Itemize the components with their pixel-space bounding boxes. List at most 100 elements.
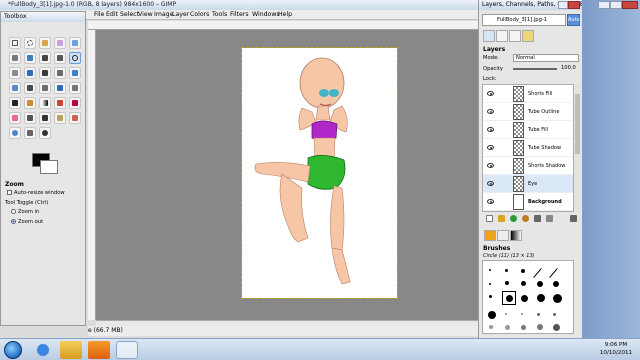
text-tool[interactable] [9, 97, 21, 109]
gradient-tab-icon[interactable] [510, 230, 522, 241]
brush-item[interactable] [521, 295, 528, 302]
background-color-swatch[interactable] [40, 160, 58, 174]
auto-resize-checkbox[interactable] [7, 190, 12, 195]
brush-item[interactable] [521, 281, 526, 286]
media-player-icon[interactable] [88, 341, 110, 359]
minimize-button[interactable] [598, 1, 610, 9]
align-tool[interactable] [39, 67, 51, 79]
layer-row[interactable]: Eye [483, 175, 573, 193]
brush-item[interactable] [488, 311, 496, 319]
crop-tool[interactable] [54, 67, 66, 79]
layer-row[interactable]: Shorts Fill [483, 85, 573, 103]
airbrush-tool[interactable] [24, 112, 36, 124]
paintbrush-tool[interactable] [69, 97, 81, 109]
menu-layer[interactable]: Layer [172, 11, 189, 19]
pencil-tool[interactable] [54, 97, 66, 109]
rotate-tool[interactable] [69, 67, 81, 79]
raise-layer-icon[interactable] [510, 215, 517, 222]
brush-item[interactable] [553, 313, 556, 316]
channels-tab[interactable] [496, 30, 508, 42]
brush-item[interactable] [537, 313, 540, 316]
brush-item[interactable] [553, 281, 559, 287]
fuzzy-select-tool[interactable] [54, 37, 66, 49]
menu-filters[interactable]: Filters [230, 11, 249, 19]
brush-item[interactable] [505, 325, 510, 330]
image-selector[interactable]: FullBody_3[1].jpg-1 [482, 14, 566, 26]
blend-tool[interactable] [39, 97, 51, 109]
close-button[interactable] [622, 1, 638, 9]
paths-tool[interactable] [39, 52, 51, 64]
image-canvas[interactable] [241, 47, 398, 299]
lower-layer-icon[interactable] [522, 215, 529, 222]
brush-item[interactable] [489, 269, 491, 271]
ink-tool[interactable] [39, 112, 51, 124]
dock-close-button[interactable] [568, 1, 580, 9]
visibility-eye-icon[interactable] [487, 163, 494, 168]
maximize-button[interactable] [610, 1, 622, 9]
cage-tool[interactable] [69, 82, 81, 94]
internet-explorer-icon[interactable] [32, 341, 54, 359]
layers-tab[interactable] [483, 30, 495, 42]
menu-windows[interactable]: Windows [252, 11, 280, 19]
visibility-eye-icon[interactable] [487, 109, 494, 114]
brush-item[interactable] [549, 268, 558, 278]
measure-tool[interactable] [9, 67, 21, 79]
flip-tool[interactable] [54, 82, 66, 94]
menu-edit[interactable]: Edit [106, 11, 118, 19]
scrollbar-thumb[interactable] [575, 94, 580, 154]
zoom-out-option[interactable]: Zoom out [11, 219, 43, 225]
visibility-eye-icon[interactable] [487, 199, 494, 204]
duplicate-layer-icon[interactable] [534, 215, 541, 222]
menu-tools[interactable]: Tools [212, 11, 227, 19]
layer-row[interactable]: Background [483, 193, 573, 211]
system-clock[interactable]: 9:06 PM 10/10/2011 [596, 341, 636, 357]
heal-tool[interactable] [69, 112, 81, 124]
brush-item[interactable] [553, 324, 560, 331]
perspective-tool[interactable] [39, 82, 51, 94]
layer-list-scrollbar[interactable] [575, 84, 580, 212]
color-select-tool[interactable] [69, 37, 81, 49]
opacity-value[interactable]: 100.0 [561, 65, 576, 71]
gimp-taskbar-icon[interactable] [116, 341, 138, 359]
brush-tab-icon[interactable] [497, 230, 509, 241]
new-layer-icon[interactable] [486, 215, 493, 222]
auto-resize-option[interactable]: Auto-resize window [7, 190, 65, 196]
visibility-eye-icon[interactable] [487, 181, 494, 186]
brush-item[interactable] [489, 295, 492, 298]
paths-tab[interactable] [509, 30, 521, 42]
menu-file[interactable]: File [94, 11, 104, 19]
brush-item[interactable] [537, 294, 545, 302]
menu-colors[interactable]: Colors [190, 11, 209, 19]
auto-button[interactable]: Auto [567, 14, 580, 26]
mode-select[interactable]: Normal [513, 54, 579, 62]
bucket-fill-tool[interactable] [24, 97, 36, 109]
fg-bg-tab-icon[interactable] [484, 230, 496, 241]
brush-item[interactable] [489, 325, 493, 329]
blur-tool[interactable] [9, 127, 21, 139]
brush-item[interactable] [537, 324, 543, 330]
new-group-icon[interactable] [498, 215, 505, 222]
visibility-eye-icon[interactable] [487, 145, 494, 150]
zoom-in-option[interactable]: Zoom in [11, 209, 39, 215]
clone-tool[interactable] [54, 112, 66, 124]
menu-image[interactable]: Image [154, 11, 173, 19]
layer-row[interactable]: Tube Shadow [483, 139, 573, 157]
menu-help[interactable]: Help [278, 11, 292, 19]
brush-item[interactable] [537, 281, 543, 287]
brush-item[interactable] [521, 325, 526, 330]
free-select-tool[interactable] [39, 37, 51, 49]
visibility-eye-icon[interactable] [487, 127, 494, 132]
color-picker-tool[interactable] [54, 52, 66, 64]
dock-minimize-button[interactable] [558, 1, 568, 9]
brush-item[interactable] [521, 269, 525, 273]
opacity-slider[interactable] [513, 68, 557, 70]
visibility-eye-icon[interactable] [487, 91, 494, 96]
shear-tool[interactable] [24, 82, 36, 94]
selected-brush[interactable] [502, 291, 516, 305]
undo-tab[interactable] [522, 30, 534, 42]
foreground-select-tool[interactable] [24, 52, 36, 64]
layer-row[interactable]: Tube Outline [483, 103, 573, 121]
smudge-tool[interactable] [24, 127, 36, 139]
brush-item[interactable] [505, 281, 509, 285]
layer-row[interactable]: Tube Fill [483, 121, 573, 139]
